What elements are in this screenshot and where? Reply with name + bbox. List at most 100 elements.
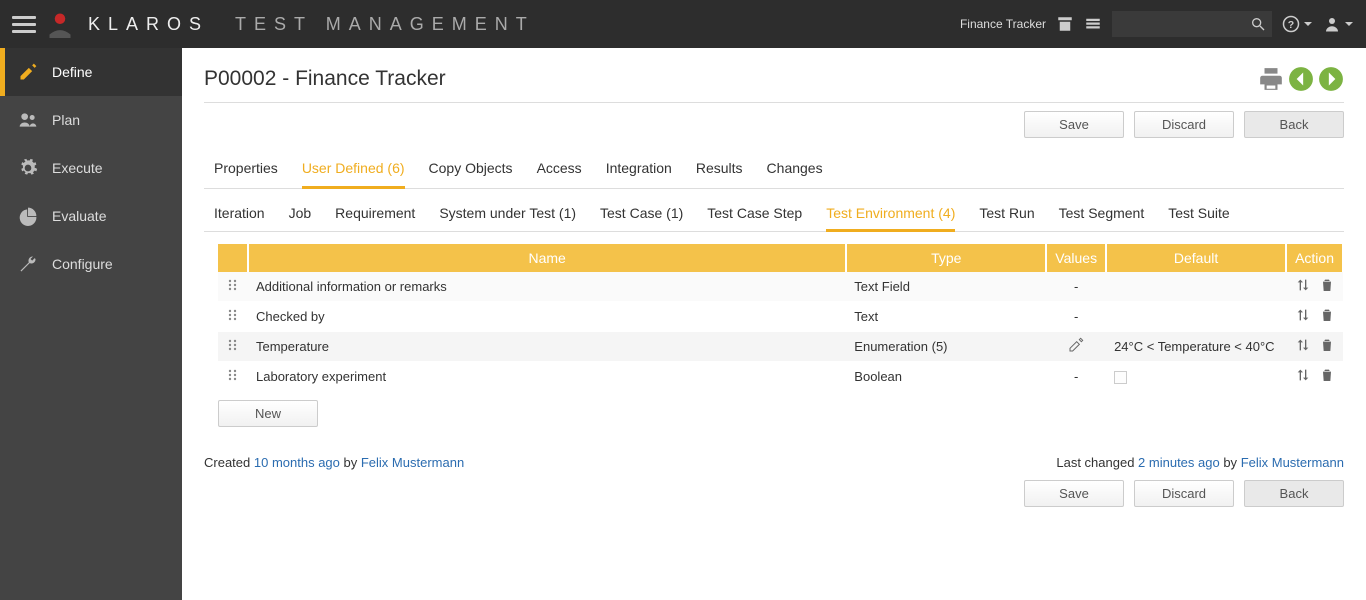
- changed-by-link[interactable]: Felix Mustermann: [1241, 455, 1344, 470]
- cell-values: -: [1046, 362, 1106, 392]
- help-menu[interactable]: ?: [1282, 15, 1313, 33]
- subtab-8[interactable]: Test Segment: [1059, 199, 1145, 231]
- sidebar-item-label: Plan: [52, 112, 80, 128]
- table-row[interactable]: TemperatureEnumeration (5)24°C < Tempera…: [218, 332, 1343, 362]
- tab-4[interactable]: Integration: [606, 152, 672, 188]
- subtab-2[interactable]: Requirement: [335, 199, 415, 231]
- main-tabs: Properties User Defined (6) Copy Objects Ac…: [204, 152, 1344, 189]
- tab-1[interactable]: User Defined (6): [302, 152, 405, 189]
- sort-icon[interactable]: [1295, 307, 1311, 326]
- table-row[interactable]: Checked byText-: [218, 302, 1343, 332]
- discard-button[interactable]: Discard: [1134, 111, 1234, 138]
- sidebar-item-label: Evaluate: [52, 208, 106, 224]
- cell-name: Additional information or remarks: [248, 272, 846, 302]
- user-icon: [1323, 15, 1341, 33]
- sidebar-item-plan[interactable]: Plan: [0, 96, 182, 144]
- app-logo: [46, 10, 74, 38]
- delete-icon[interactable]: [1319, 367, 1335, 386]
- tab-3[interactable]: Access: [537, 152, 582, 188]
- subtab-7[interactable]: Test Run: [979, 199, 1034, 231]
- th-values[interactable]: Values: [1046, 244, 1106, 272]
- print-icon[interactable]: [1258, 66, 1284, 92]
- cell-type: Enumeration (5): [846, 332, 1046, 362]
- current-project-label[interactable]: Finance Tracker: [960, 17, 1046, 31]
- drag-handle-icon[interactable]: [226, 279, 240, 294]
- cell-default: [1106, 302, 1286, 332]
- table-row[interactable]: Additional information or remarksText Fi…: [218, 272, 1343, 302]
- th-action[interactable]: Action: [1286, 244, 1343, 272]
- cell-values: -: [1046, 272, 1106, 302]
- default-checkbox[interactable]: [1114, 371, 1127, 384]
- sidebar-item-execute[interactable]: Execute: [0, 144, 182, 192]
- cell-default: [1106, 362, 1286, 392]
- sidebar-item-evaluate[interactable]: Evaluate: [0, 192, 182, 240]
- subtab-9[interactable]: Test Suite: [1168, 199, 1229, 231]
- discard-button-bottom[interactable]: Discard: [1134, 480, 1234, 507]
- th-name[interactable]: Name: [248, 244, 846, 272]
- tab-0[interactable]: Properties: [214, 152, 278, 188]
- cell-name: Checked by: [248, 302, 846, 332]
- chevron-down-icon: [1344, 19, 1354, 29]
- changed-meta: Last changed 2 minutes ago by Felix Must…: [1056, 455, 1344, 470]
- sidebar-item-define[interactable]: Define: [0, 48, 182, 96]
- cell-type: Boolean: [846, 362, 1046, 392]
- sidebar-item-label: Execute: [52, 160, 103, 176]
- brand-text: KLAROS TEST MANAGEMENT: [88, 14, 535, 35]
- subtab-0[interactable]: Iteration: [214, 199, 265, 231]
- back-button[interactable]: Back: [1244, 111, 1344, 138]
- sidebar-item-configure[interactable]: Configure: [0, 240, 182, 288]
- delete-icon[interactable]: [1319, 277, 1335, 296]
- changed-time-link[interactable]: 2 minutes ago: [1138, 455, 1220, 470]
- page-title: P00002 - Finance Tracker: [204, 67, 446, 91]
- cell-type: Text: [846, 302, 1046, 332]
- cell-values: -: [1046, 302, 1106, 332]
- wrench-icon: [18, 254, 38, 274]
- search-input[interactable]: [1112, 11, 1272, 37]
- save-button[interactable]: Save: [1024, 111, 1124, 138]
- drag-handle-icon[interactable]: [226, 339, 240, 354]
- save-button-bottom[interactable]: Save: [1024, 480, 1124, 507]
- delete-icon[interactable]: [1319, 307, 1335, 326]
- chevron-down-icon: [1303, 19, 1313, 29]
- list-icon[interactable]: [1084, 15, 1102, 33]
- users-icon: [18, 110, 38, 130]
- subtab-1[interactable]: Job: [289, 199, 312, 231]
- sort-icon[interactable]: [1295, 337, 1311, 356]
- th-default[interactable]: Default: [1106, 244, 1286, 272]
- chart-pie-icon: [18, 206, 38, 226]
- delete-icon[interactable]: [1319, 337, 1335, 356]
- sort-icon[interactable]: [1295, 367, 1311, 386]
- sidebar-item-label: Configure: [52, 256, 113, 272]
- th-type[interactable]: Type: [846, 244, 1046, 272]
- subtab-3[interactable]: System under Test (1): [439, 199, 576, 231]
- drag-handle-icon[interactable]: [226, 369, 240, 384]
- sort-icon[interactable]: [1295, 277, 1311, 296]
- archive-icon[interactable]: [1056, 15, 1074, 33]
- created-by-link[interactable]: Felix Mustermann: [361, 455, 464, 470]
- cell-name: Laboratory experiment: [248, 362, 846, 392]
- tab-5[interactable]: Results: [696, 152, 743, 188]
- subtab-4[interactable]: Test Case (1): [600, 199, 683, 231]
- tab-6[interactable]: Changes: [767, 152, 823, 188]
- cell-default: [1106, 272, 1286, 302]
- sidebar-item-label: Define: [52, 64, 92, 80]
- drag-handle-icon[interactable]: [226, 309, 240, 324]
- edit-values-icon[interactable]: [1068, 341, 1084, 356]
- sub-tabs: Iteration Job Requirement System under Test…: [204, 199, 1344, 232]
- tab-2[interactable]: Copy Objects: [429, 152, 513, 188]
- created-meta: Created 10 months ago by Felix Musterman…: [204, 455, 464, 470]
- new-button[interactable]: New: [218, 400, 318, 427]
- nav-prev-icon[interactable]: [1288, 66, 1314, 92]
- back-button-bottom[interactable]: Back: [1244, 480, 1344, 507]
- menu-toggle-icon[interactable]: [12, 12, 36, 36]
- subtab-5[interactable]: Test Case Step: [707, 199, 802, 231]
- user-menu[interactable]: [1323, 15, 1354, 33]
- help-icon: ?: [1282, 15, 1300, 33]
- created-time-link[interactable]: 10 months ago: [254, 455, 340, 470]
- subtab-6[interactable]: Test Environment (4): [826, 199, 955, 232]
- search-icon[interactable]: [1250, 16, 1266, 32]
- gear-icon: [18, 158, 38, 178]
- nav-next-icon[interactable]: [1318, 66, 1344, 92]
- cell-default: 24°C < Temperature < 40°C: [1106, 332, 1286, 362]
- table-row[interactable]: Laboratory experimentBoolean-: [218, 362, 1343, 392]
